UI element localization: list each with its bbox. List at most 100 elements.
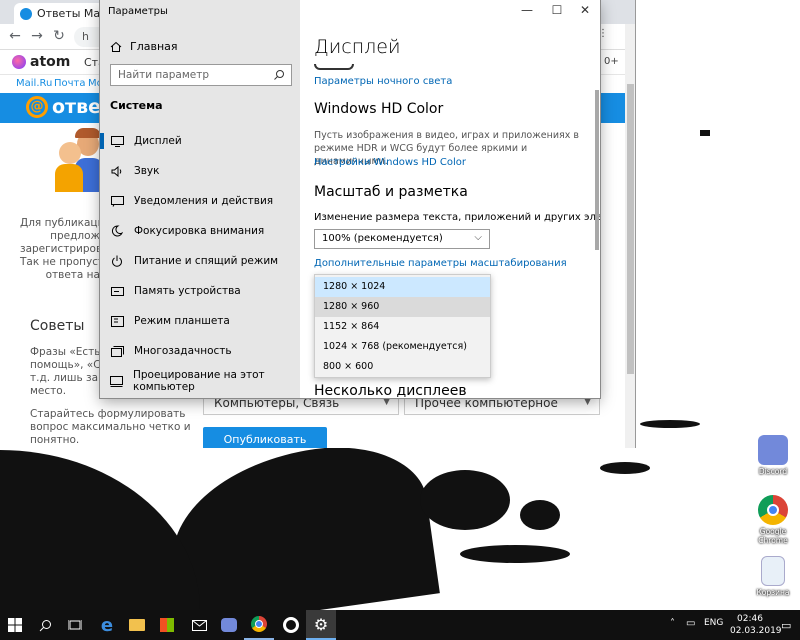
forward-icon[interactable]: → [28,28,46,44]
resolution-option[interactable]: 1152 × 864 [315,317,490,337]
recycle-bin-icon [761,556,785,586]
hd-color-settings-link[interactable]: Настройки Windows HD Color [314,157,466,168]
reload-icon[interactable]: ↻ [50,28,68,44]
link-mailru[interactable]: Mail.Ru [16,78,52,89]
nav-item-display[interactable]: Дисплей [100,126,300,156]
discord-icon [221,618,237,632]
nav-item-sound[interactable]: Звук [100,156,300,186]
atom-logo[interactable]: atom [12,54,70,70]
nav-item-label: Проецирование на этот компьютер [133,369,265,393]
settings-scrollbar[interactable] [595,90,599,250]
settings-sidebar: Параметры Главная Найти параметр Система… [100,0,300,398]
resolution-option[interactable]: 800 × 600 [315,357,490,377]
tips-line: вопрос максимально четко и [30,421,191,433]
resolution-option[interactable]: 1280 × 960 [315,297,490,317]
browser-tab[interactable]: Ответы Mail.Ru: зад [14,3,104,24]
discord-icon [758,435,788,465]
atom-label: atom [30,54,71,70]
maximize-icon[interactable]: ☐ [542,3,572,17]
page-title: Дисплей [314,36,401,58]
home-label: Главная [130,40,178,53]
edge-icon: e [100,614,114,636]
chevron-down-icon: ▼ [383,397,390,407]
settings-window: Параметры Главная Найти параметр Система… [100,0,600,398]
task-view-button[interactable] [60,610,90,640]
clock-date[interactable]: 02.03.2019 [730,626,782,636]
nav-item-label: Память устройства [134,285,241,297]
intro-line: ответа на [45,269,100,281]
taskbar-settings[interactable]: ⚙ [306,610,336,640]
nav-item-multitasking[interactable]: Многозадачность [100,336,300,366]
settings-search-input[interactable]: Найти параметр [110,64,292,86]
nav-item-notifications[interactable]: Уведомления и действия [100,186,300,216]
counter-badge[interactable]: 0+ [604,56,619,67]
taskbar-store[interactable] [152,610,182,640]
taskbar-edge[interactable]: e [92,610,122,640]
advanced-scaling-link[interactable]: Дополнительные параметры масштабирования [314,258,567,269]
taskbar-explorer[interactable] [122,610,152,640]
minimize-icon[interactable]: — [512,3,542,17]
nav-item-label: Уведомления и действия [134,195,274,207]
storage-icon [110,284,124,298]
wallpaper-ink [0,450,200,610]
speaker-icon [110,164,124,178]
nav-item-label: Звук [134,165,160,177]
circle-app-icon [283,617,299,633]
wallpaper-ink [600,462,650,474]
mailru-favicon-icon [20,7,32,20]
wallpaper-ink [640,420,700,428]
taskbar-mail[interactable] [184,610,214,640]
desktop-icon-chrome[interactable]: Google Chrome [748,495,798,545]
nav-item-focus-assist[interactable]: Фокусировка внимания [100,216,300,246]
clock-time[interactable]: 02:46 [737,614,763,624]
nav-item-tablet-mode[interactable]: Режим планшета [100,306,300,336]
desktop-icon-recycle-bin[interactable]: Корзина [748,556,798,597]
start-button[interactable] [0,610,30,640]
browser-scrollbar[interactable] [625,24,635,448]
language-indicator[interactable]: ENG [704,618,723,628]
nav-item-label: Режим планшета [134,315,230,327]
intro-line: Так не пропуст [20,256,105,268]
notification-center-icon[interactable]: ▭ [781,619,791,632]
publish-question-button[interactable]: Опубликовать вопрос [203,427,327,448]
resolution-option[interactable]: 1024 × 768 (рекомендуется) [315,337,490,357]
tips-line: Старайтесь формулировать [30,408,186,420]
network-icon[interactable]: ▭ [686,618,695,629]
scale-label: Изменение размера текста, приложений и д… [314,212,600,223]
wallpaper-ink [520,500,560,530]
browser-tab-title: Ответы Mail.Ru: зад [37,7,104,20]
resolution-option[interactable]: 1280 × 1024 [315,277,490,297]
tips-line: место. [30,385,67,397]
folder-icon [129,619,145,631]
intro-line: Для публикаци [20,217,105,229]
back-icon[interactable]: ← [6,28,24,44]
home-nav[interactable]: Главная [110,40,178,53]
nav-item-projecting[interactable]: Проецирование на этот компьютер [100,366,300,396]
desktop-icon-discord[interactable]: Discord [748,435,798,476]
night-light-settings-link[interactable]: Параметры ночного света [314,76,452,87]
wallpaper-ink [460,545,570,563]
at-icon: @ [26,96,48,118]
browser-scrollbar-thumb[interactable] [627,84,634,374]
taskbar-discord[interactable] [214,610,244,640]
wallpaper-ink [700,130,710,136]
users-illustration [55,128,105,196]
nav-item-storage[interactable]: Память устройства [100,276,300,306]
link-pochta[interactable]: Почта [54,78,86,89]
desktop-icon-label: Корзина [756,588,790,597]
tray-chevron-icon[interactable]: ˄ [670,618,675,629]
close-icon[interactable]: ✕ [570,3,600,17]
taskbar-app[interactable] [276,610,306,640]
nav-item-power[interactable]: Питание и спящий режим [100,246,300,276]
taskbar-chrome[interactable] [244,610,274,640]
tips-line: понятно. [30,434,80,446]
projecting-icon [110,374,123,388]
atom-icon [12,55,26,69]
taskbar-search-button[interactable] [30,610,60,640]
category-heading: Система [110,99,163,112]
night-light-toggle[interactable] [314,64,354,70]
chevron-down-icon: ⌵ [474,232,482,243]
nav-item-label: Фокусировка внимания [134,225,265,237]
scale-dropdown[interactable]: 100% (рекомендуется) ⌵ [314,229,490,249]
search-icon [39,619,51,631]
